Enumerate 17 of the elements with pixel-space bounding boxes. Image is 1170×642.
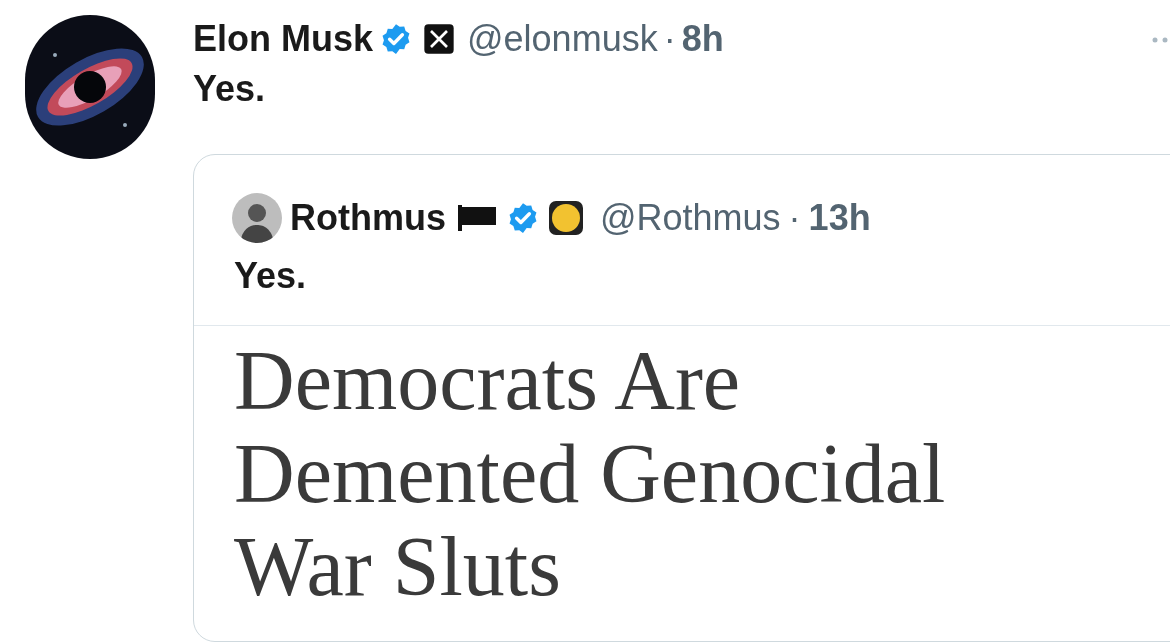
quoted-post-text: Yes. <box>233 254 308 298</box>
x-logo-icon <box>423 23 456 55</box>
flag-icon <box>458 205 498 231</box>
avatar-icon <box>232 193 282 243</box>
more-icon[interactable] <box>1150 36 1170 44</box>
quoted-post-card[interactable]: Rothmus @Rothmus · 13h Yes. Democrats Are Demented Genocidal War Sluts <box>193 154 1170 642</box>
author-handle[interactable]: @elonmusk <box>467 12 658 66</box>
separator-dot: · <box>788 196 801 240</box>
article-headline[interactable]: Democrats Are Demented Genocidal War Sluts <box>194 326 1034 613</box>
author-name[interactable]: Elon Musk <box>193 12 374 66</box>
post-time[interactable]: 8h <box>681 12 724 66</box>
quoted-author-handle[interactable]: @Rothmus <box>600 191 781 245</box>
quoted-post-time[interactable]: 13h <box>808 191 871 245</box>
quoted-author-name[interactable]: Rothmus <box>290 191 446 245</box>
separator-dot: · <box>663 17 676 61</box>
post-text: Yes. <box>193 67 267 111</box>
circle-emoji-icon <box>548 200 584 236</box>
